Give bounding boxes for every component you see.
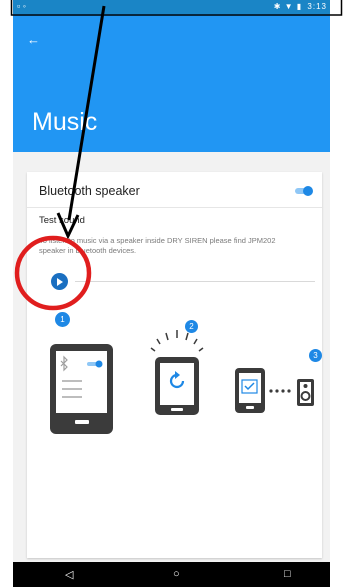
arrow-left-icon: ← <box>27 32 40 47</box>
bluetooth-speaker-card: Bluetooth speaker Test sound To listen t… <box>27 172 322 558</box>
nav-recents-button[interactable]: □ <box>284 568 291 580</box>
navigation-bar: ◁ ○ □ <box>13 562 330 587</box>
page-title: Music <box>32 108 98 136</box>
status-time: 3:13 <box>307 2 327 11</box>
refresh-device-icon <box>150 330 204 415</box>
status-icons: ✱ ▼ ▮ 3:13 <box>274 2 327 11</box>
toggle-knob <box>303 186 313 196</box>
divider <box>27 207 322 208</box>
pairing-illustration <box>50 330 314 434</box>
sound-progress-line <box>75 281 315 282</box>
back-button[interactable]: ← <box>27 32 40 47</box>
battery-icon: ▮ <box>296 2 303 11</box>
tablet-icon <box>50 344 113 434</box>
test-sound-label: Test sound <box>39 215 85 226</box>
nav-home-button[interactable]: ○ <box>173 568 180 580</box>
wifi-icon: ▼ <box>284 2 294 11</box>
bluetooth-toggle[interactable] <box>295 186 313 196</box>
help-text: To listen to music via a speaker inside … <box>39 236 276 255</box>
status-bar: ▫ ◦ ✱ ▼ ▮ 3:13 <box>13 0 330 14</box>
phone-speaker-icon <box>235 368 314 413</box>
card-title: Bluetooth speaker <box>39 184 140 198</box>
play-button[interactable] <box>51 273 68 290</box>
nav-back-button[interactable]: ◁ <box>65 568 73 581</box>
play-icon <box>57 277 63 286</box>
bluetooth-icon: ✱ <box>273 2 282 11</box>
notification-icons: ▫ ◦ <box>17 1 26 11</box>
phone-screen: ▫ ◦ ✱ ▼ ▮ 3:13 ← Music Bluetooth speaker… <box>13 0 330 587</box>
app-bar: ← Music <box>13 14 330 152</box>
